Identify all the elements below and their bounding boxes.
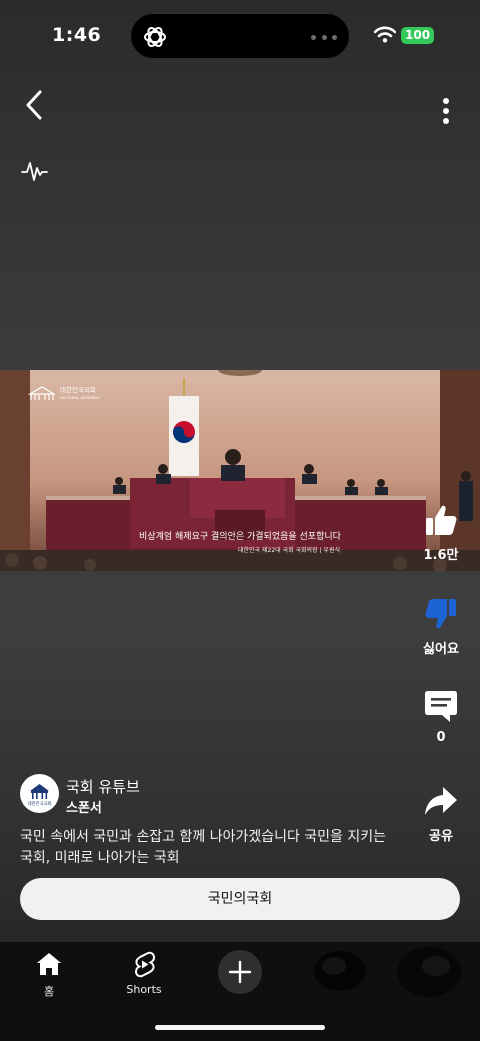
video-caption[interactable]: 국민 속에서 국민과 손잡고 함께 나아가겠습니다 국민을 지키는 국회, 미래… — [20, 827, 400, 869]
back-arrow-icon[interactable] — [18, 86, 54, 124]
like-button[interactable]: 1.6만 — [401, 502, 480, 563]
sound-wave-icon[interactable] — [20, 155, 50, 185]
share-label: 공유 — [429, 829, 453, 844]
wifi-icon — [374, 26, 396, 43]
status-time: 1:46 — [52, 24, 102, 46]
share-button[interactable]: 공유 — [401, 783, 480, 844]
national-assembly-logo: 대한민국국회 — [28, 784, 52, 807]
nav-home-label: 홈 — [43, 985, 55, 998]
channel-avatar[interactable]: 대한민국국회 — [20, 774, 59, 813]
create-button[interactable] — [218, 950, 262, 994]
sponsor-label: 스폰서 — [66, 801, 102, 816]
comment-button[interactable]: 0 — [401, 688, 480, 745]
dislike-button[interactable]: 싫어요 — [401, 596, 480, 657]
video-lower-third: 대한민국 제22대 국회 국회의장 | 우원식 — [238, 546, 340, 554]
like-count: 1.6만 — [423, 548, 459, 563]
subscriptions-icon[interactable] — [310, 948, 370, 994]
nav-shorts[interactable]: Shorts — [109, 950, 179, 996]
dynamic-island — [130, 13, 350, 59]
thumbs-up-icon — [426, 505, 457, 535]
plus-icon — [228, 960, 252, 984]
thumbs-down-icon — [425, 599, 456, 629]
home-icon — [37, 953, 61, 975]
cta-button[interactable]: 국민의국회 — [20, 878, 460, 920]
video-logo-subtitle: NATIONAL ASSEMBLY — [60, 395, 101, 400]
comment-count: 0 — [436, 730, 446, 745]
nav-shorts-label: Shorts — [126, 983, 162, 996]
dislike-label: 싫어요 — [423, 642, 459, 657]
comment-icon — [425, 691, 457, 722]
share-arrow-icon — [425, 787, 457, 815]
nav-home[interactable]: 홈 — [14, 950, 84, 999]
channel-avatar-text: 대한민국국회 — [28, 800, 52, 807]
battery-indicator: 100 — [401, 27, 435, 44]
channel-name[interactable]: 국회 유튜브 — [66, 776, 140, 797]
you-avatar-icon[interactable] — [396, 946, 462, 998]
video-subtitle: 비상계엄 해제요구 결의안은 가결되었음을 선포합니다 — [139, 530, 342, 542]
more-options-icon[interactable] — [430, 94, 462, 130]
video-logo-title: 대한민국국회 — [60, 385, 96, 394]
chatgpt-icon — [144, 26, 166, 48]
shorts-icon — [134, 951, 156, 978]
home-indicator — [155, 1025, 325, 1030]
island-dots-icon — [311, 35, 337, 41]
